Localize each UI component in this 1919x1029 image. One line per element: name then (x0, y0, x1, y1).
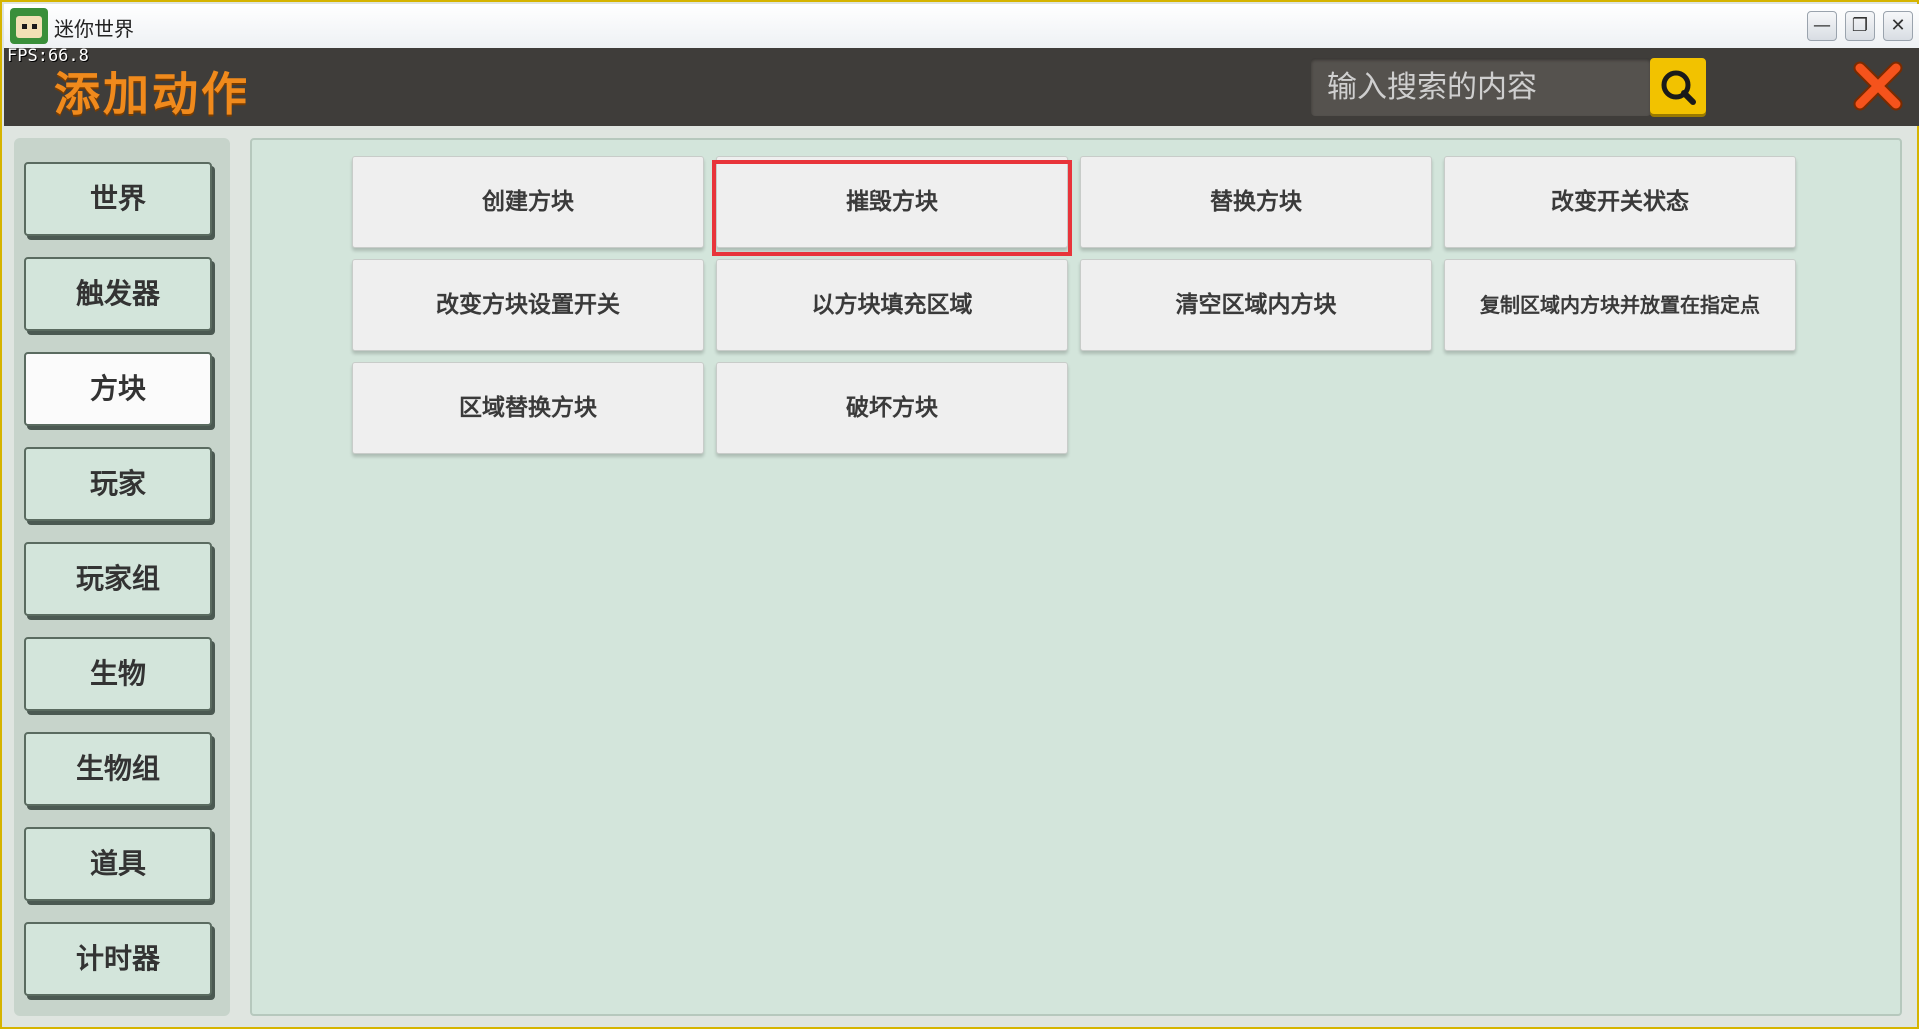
fps-counter: FPS:66.8 (7, 46, 89, 66)
action-destroy-block[interactable]: 摧毁方块 (716, 156, 1068, 248)
sidebar-item-item[interactable]: 道具 (24, 827, 212, 901)
close-button[interactable] (1850, 58, 1906, 114)
action-area-replace-block[interactable]: 区域替换方块 (352, 362, 704, 454)
header-bar: 添加动作 (4, 48, 1919, 126)
action-create-block[interactable]: 创建方块 (352, 156, 704, 248)
action-copy-area-blocks-to-point[interactable]: 复制区域内方块并放置在指定点 (1444, 259, 1796, 351)
window-title: 迷你世界 (54, 17, 134, 41)
action-break-block[interactable]: 破坏方块 (716, 362, 1068, 454)
window-titlebar: 迷你世界 — ❐ ✕ (4, 4, 1919, 48)
page-title: 添加动作 (54, 67, 250, 121)
sidebar-item-block[interactable]: 方块 (24, 352, 212, 426)
sidebar-item-player-group[interactable]: 玩家组 (24, 542, 212, 616)
category-sidebar[interactable]: 世界 触发器 方块 玩家 玩家组 生物 生物组 道具 计时器 (14, 138, 230, 1016)
search-icon (1661, 70, 1696, 105)
sidebar-item-timer[interactable]: 计时器 (24, 922, 212, 996)
window-close-button[interactable]: ✕ (1883, 11, 1913, 41)
minimize-button[interactable]: — (1807, 11, 1837, 41)
action-change-block-setting-switch[interactable]: 改变方块设置开关 (352, 259, 704, 351)
action-panel: 创建方块 摧毁方块 替换方块 改变开关状态 改变方块设置开关 以方块填充区域 清… (250, 138, 1902, 1016)
sidebar-item-world[interactable]: 世界 (24, 162, 212, 236)
close-icon (1853, 61, 1903, 111)
action-clear-blocks-in-area[interactable]: 清空区域内方块 (1080, 259, 1432, 351)
restore-button[interactable]: ❐ (1845, 11, 1875, 41)
sidebar-item-creature[interactable]: 生物 (24, 637, 212, 711)
app-icon (10, 8, 48, 44)
action-change-switch-state[interactable]: 改变开关状态 (1444, 156, 1796, 248)
game-window: 迷你世界 — ❐ ✕ FPS:66.8 添加动作 世界 触发器 (0, 0, 1919, 1029)
action-replace-block[interactable]: 替换方块 (1080, 156, 1432, 248)
action-fill-area-with-block[interactable]: 以方块填充区域 (716, 259, 1068, 351)
sidebar-item-creature-group[interactable]: 生物组 (24, 732, 212, 806)
search-button[interactable] (1650, 58, 1706, 114)
sidebar-item-trigger[interactable]: 触发器 (24, 257, 212, 331)
sidebar-item-player[interactable]: 玩家 (24, 447, 212, 521)
search-input[interactable] (1325, 66, 1629, 108)
search-box[interactable] (1311, 58, 1651, 116)
